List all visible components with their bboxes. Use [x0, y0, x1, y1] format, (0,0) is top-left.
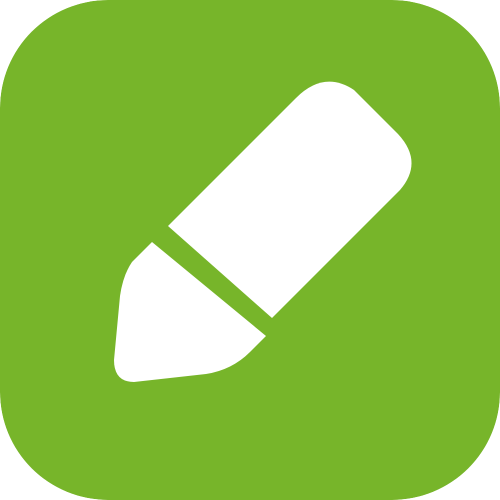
pencil-edit-icon — [0, 0, 500, 500]
app-icon[interactable] — [0, 0, 500, 500]
